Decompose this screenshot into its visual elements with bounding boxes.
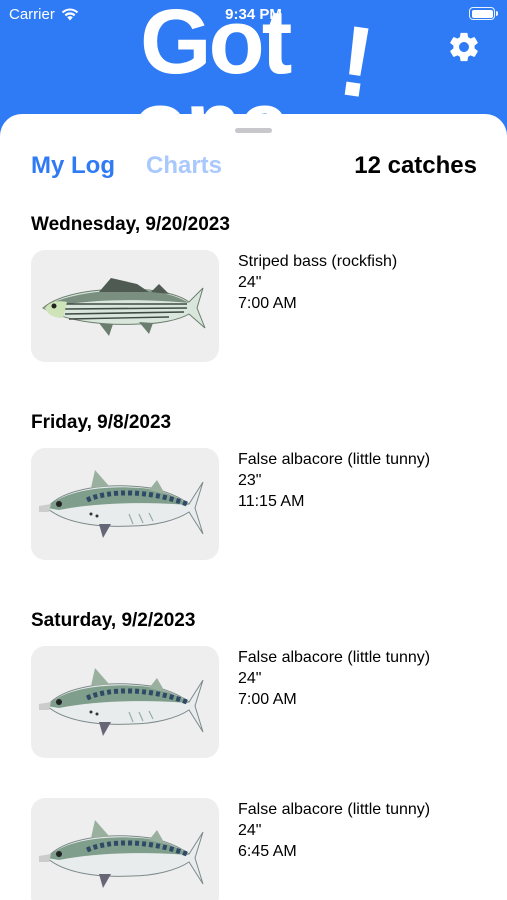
false-albacore-icon [39, 668, 204, 736]
fish-thumbnail [31, 250, 219, 362]
catch-species: Striped bass (rockfish) [238, 253, 398, 270]
catch-count: 12 catches [354, 152, 477, 179]
catch-time: 7:00 AM [238, 295, 297, 312]
day-header: Wednesday, 9/20/2023 [31, 214, 230, 235]
catch-length: 24" [238, 822, 262, 839]
catch-species: False albacore (little tunny) [238, 451, 431, 468]
catch-species: False albacore (little tunny) [238, 801, 431, 818]
false-albacore-icon [39, 820, 204, 888]
striped-bass-icon [42, 278, 206, 336]
catch-entry[interactable]: False albacore (little tunny) 23" 11:15 … [0, 448, 507, 560]
catch-entry[interactable]: Striped bass (rockfish) 24" 7:00 AM [0, 250, 507, 362]
day-header: Saturday, 9/2/2023 [31, 610, 196, 631]
catch-length: 24" [238, 670, 262, 687]
catch-details: False albacore (little tunny) 24" 6:45 A… [238, 799, 430, 862]
catch-length: 24" [238, 274, 262, 291]
catch-details: Striped bass (rockfish) 24" 7:00 AM [238, 251, 397, 314]
catch-entry[interactable]: False albacore (little tunny) 24" 6:45 A… [0, 798, 507, 900]
catch-log-list: Wednesday, 9/20/2023 Striped bass (rockf… [0, 214, 507, 900]
view-tabs: My Log Charts [31, 152, 222, 180]
day-header: Friday, 9/8/2023 [31, 412, 172, 433]
gear-icon[interactable] [447, 30, 481, 64]
false-albacore-icon [39, 470, 204, 538]
tab-charts[interactable]: Charts [146, 152, 222, 180]
catch-details: False albacore (little tunny) 24" 7:00 A… [238, 647, 430, 710]
battery-icon [469, 7, 498, 20]
log-sheet: My Log Charts 12 catches Wednesday, 9/20… [0, 114, 507, 900]
catch-length: 23" [238, 472, 262, 489]
fish-thumbnail [31, 798, 219, 900]
catch-entry[interactable]: False albacore (little tunny) 24" 7:00 A… [0, 646, 507, 758]
sheet-grabber[interactable] [235, 128, 272, 133]
catch-time: 7:00 AM [238, 691, 297, 708]
catch-species: False albacore (little tunny) [238, 649, 431, 666]
fish-thumbnail [31, 646, 219, 758]
catch-time: 11:15 AM [238, 493, 305, 510]
tab-my-log[interactable]: My Log [31, 152, 115, 180]
catch-details: False albacore (little tunny) 23" 11:15 … [238, 449, 430, 512]
catch-time: 6:45 AM [238, 843, 297, 860]
status-time: 9:34 PM [225, 6, 282, 23]
status-bar: Carrier 9:34 PM [0, 0, 507, 30]
fish-thumbnail [31, 448, 219, 560]
